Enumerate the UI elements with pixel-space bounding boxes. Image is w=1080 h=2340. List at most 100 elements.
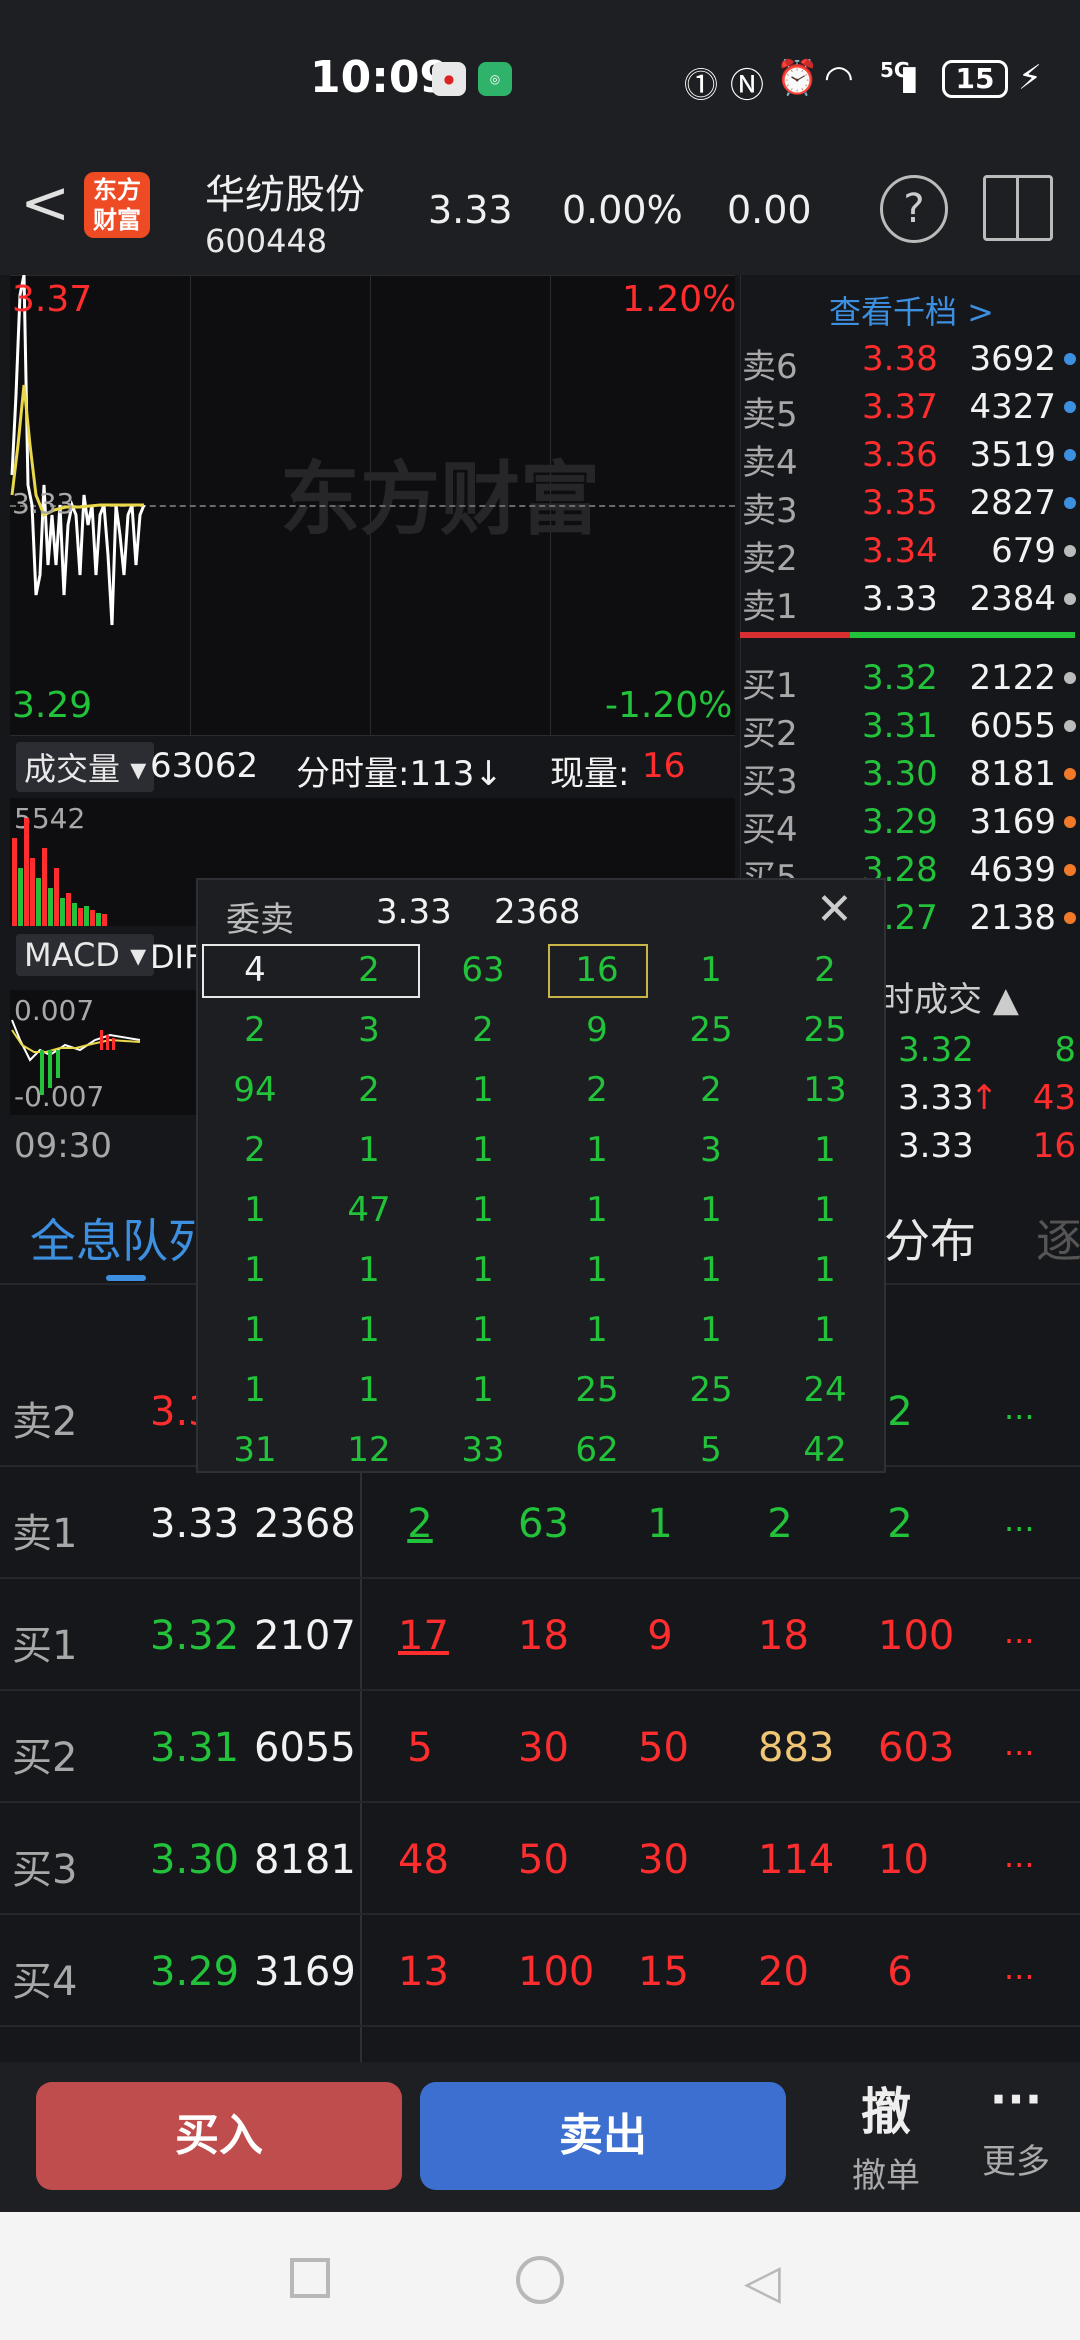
trades-title[interactable]: 时成交 ▲ xyxy=(880,972,1019,1021)
queue-row[interactable]: 买2 3.31 6055 5 30 50 883 603... xyxy=(0,1691,1080,1803)
popup-cell[interactable]: 1 xyxy=(198,1250,312,1290)
queue-order[interactable]: 603 xyxy=(878,1725,954,1771)
popup-cell[interactable]: 2 xyxy=(312,1070,426,1110)
queue-more-icon[interactable]: ... xyxy=(1004,1725,1035,1763)
popup-cell[interactable]: 12 xyxy=(312,1430,426,1470)
ask-row[interactable]: 卖1 3.33 2384 xyxy=(740,575,1080,627)
ask-row[interactable]: 卖3 3.35 2827 xyxy=(740,479,1080,531)
buy-button[interactable]: 买入 xyxy=(36,2082,402,2190)
macd-selector[interactable]: MACD ▾ xyxy=(16,934,155,976)
popup-cell[interactable]: 2 xyxy=(198,1010,312,1050)
home-icon[interactable] xyxy=(516,2256,564,2304)
popup-cell[interactable]: 25 xyxy=(654,1370,768,1410)
popup-cell[interactable]: 94 xyxy=(198,1070,312,1110)
queue-order[interactable]: 100 xyxy=(878,1613,954,1659)
popup-cell[interactable]: 1 xyxy=(768,1190,882,1230)
popup-cell[interactable]: 25 xyxy=(540,1370,654,1410)
queue-more-icon[interactable]: ... xyxy=(1004,1389,1035,1427)
sell-button[interactable]: 卖出 xyxy=(420,2082,786,2190)
close-icon[interactable]: ✕ xyxy=(816,884,853,935)
popup-cell[interactable]: 25 xyxy=(654,1010,768,1050)
tab-tick[interactable]: 逐 xyxy=(1036,1205,1080,1271)
queue-order[interactable]: 20 xyxy=(758,1949,809,1995)
popup-cell[interactable]: 1 xyxy=(426,1370,540,1410)
popup-cell[interactable]: 1 xyxy=(540,1310,654,1350)
popup-cell[interactable]: 1 xyxy=(654,1250,768,1290)
recents-icon[interactable] xyxy=(290,2258,330,2298)
queue-order[interactable]: 18 xyxy=(518,1613,569,1659)
popup-cell[interactable]: 1 xyxy=(768,1250,882,1290)
ask-row[interactable]: 卖4 3.36 3519 xyxy=(740,431,1080,483)
popup-cell[interactable]: 1 xyxy=(198,1190,312,1230)
bid-row[interactable]: 买2 3.31 6055 xyxy=(740,702,1080,754)
queue-order[interactable]: 13 xyxy=(398,1949,449,1995)
ask-row[interactable]: 卖2 3.34 679 xyxy=(740,527,1080,579)
queue-order[interactable]: 6 xyxy=(878,1949,922,1995)
popup-cell[interactable]: 1 xyxy=(426,1130,540,1170)
queue-order[interactable]: 100 xyxy=(518,1949,594,1995)
popup-cell[interactable]: 4 xyxy=(198,950,312,990)
volume-selector[interactable]: 成交量 ▾ xyxy=(16,742,155,792)
popup-cell[interactable]: 2 xyxy=(312,950,426,990)
queue-row[interactable]: 买3 3.30 8181 48 50 30 114 10... xyxy=(0,1803,1080,1915)
queue-order[interactable]: 50 xyxy=(518,1837,569,1883)
queue-order[interactable]: 15 xyxy=(638,1949,689,1995)
popup-cell[interactable]: 1 xyxy=(198,1310,312,1350)
intraday-chart[interactable]: 东方财富 3.37 1.20% 3.33 3.29 -1.20% xyxy=(10,275,736,736)
popup-cell[interactable]: 16 xyxy=(540,950,654,990)
queue-order[interactable]: 10 xyxy=(878,1837,929,1883)
popup-cell[interactable]: 42 xyxy=(768,1430,882,1470)
popup-cell[interactable]: 1 xyxy=(198,1370,312,1410)
popup-cell[interactable]: 33 xyxy=(426,1430,540,1470)
queue-more-icon[interactable]: ... xyxy=(1004,1837,1035,1875)
popup-cell[interactable]: 1 xyxy=(540,1190,654,1230)
queue-order[interactable]: 2 xyxy=(878,1501,922,1547)
popup-cell[interactable]: 1 xyxy=(426,1250,540,1290)
ask-row[interactable]: 卖6 3.38 3692 xyxy=(740,335,1080,387)
popup-cell[interactable]: 1 xyxy=(426,1190,540,1230)
popup-cell[interactable]: 63 xyxy=(426,950,540,990)
popup-cell[interactable]: 2 xyxy=(654,1070,768,1110)
queue-order[interactable]: 48 xyxy=(398,1837,449,1883)
view-1000-levels-link[interactable]: 查看千档 > xyxy=(829,287,994,333)
more-button[interactable]: ··· 更多 xyxy=(968,2072,1064,2183)
queue-order[interactable]: 114 xyxy=(758,1837,834,1883)
popup-cell[interactable]: 1 xyxy=(312,1310,426,1350)
cancel-order-button[interactable]: 撤 撤单 xyxy=(838,2072,934,2197)
back-nav-icon[interactable]: ◁ xyxy=(744,2254,781,2310)
tab-distribution[interactable]: 分布 xyxy=(884,1205,976,1271)
popup-cell[interactable]: 3 xyxy=(312,1010,426,1050)
popup-cell[interactable]: 31 xyxy=(198,1430,312,1470)
queue-order[interactable]: 30 xyxy=(638,1837,689,1883)
queue-order[interactable]: 30 xyxy=(518,1725,569,1771)
queue-more-icon[interactable]: ... xyxy=(1004,1613,1035,1651)
queue-order[interactable]: 2 xyxy=(758,1501,802,1547)
popup-cell[interactable]: 1 xyxy=(426,1070,540,1110)
popup-cell[interactable]: 9 xyxy=(540,1010,654,1050)
popup-cell[interactable]: 47 xyxy=(312,1190,426,1230)
bid-row[interactable]: 买3 3.30 8181 xyxy=(740,750,1080,802)
popup-cell[interactable]: 3 xyxy=(654,1130,768,1170)
popup-cell[interactable]: 1 xyxy=(312,1130,426,1170)
popup-cell[interactable]: 1 xyxy=(654,1310,768,1350)
popup-cell[interactable]: 2 xyxy=(768,950,882,990)
queue-row[interactable]: 买4 3.29 3169 13 100 15 20 6... xyxy=(0,1915,1080,2027)
popup-cell[interactable]: 13 xyxy=(768,1070,882,1110)
queue-order[interactable]: 9 xyxy=(638,1613,682,1659)
bid-row[interactable]: 买1 3.32 2122 xyxy=(740,654,1080,706)
bid-row[interactable]: 买4 3.29 3169 xyxy=(740,798,1080,850)
popup-cell[interactable]: 1 xyxy=(540,1130,654,1170)
popup-cell[interactable]: 2 xyxy=(540,1070,654,1110)
popup-cell[interactable]: 1 xyxy=(426,1310,540,1350)
popup-cell[interactable]: 2 xyxy=(426,1010,540,1050)
queue-order[interactable]: 2 xyxy=(398,1501,442,1547)
ask-row[interactable]: 卖5 3.37 4327 xyxy=(740,383,1080,435)
queue-order[interactable]: 63 xyxy=(518,1501,569,1547)
popup-cell[interactable]: 1 xyxy=(312,1370,426,1410)
popup-cell[interactable]: 25 xyxy=(768,1010,882,1050)
popup-cell[interactable]: 62 xyxy=(540,1430,654,1470)
queue-more-icon[interactable]: ... xyxy=(1004,1501,1035,1539)
queue-order[interactable]: 883 xyxy=(758,1725,834,1771)
popup-cell[interactable]: 1 xyxy=(312,1250,426,1290)
back-icon[interactable]: < xyxy=(20,168,70,238)
